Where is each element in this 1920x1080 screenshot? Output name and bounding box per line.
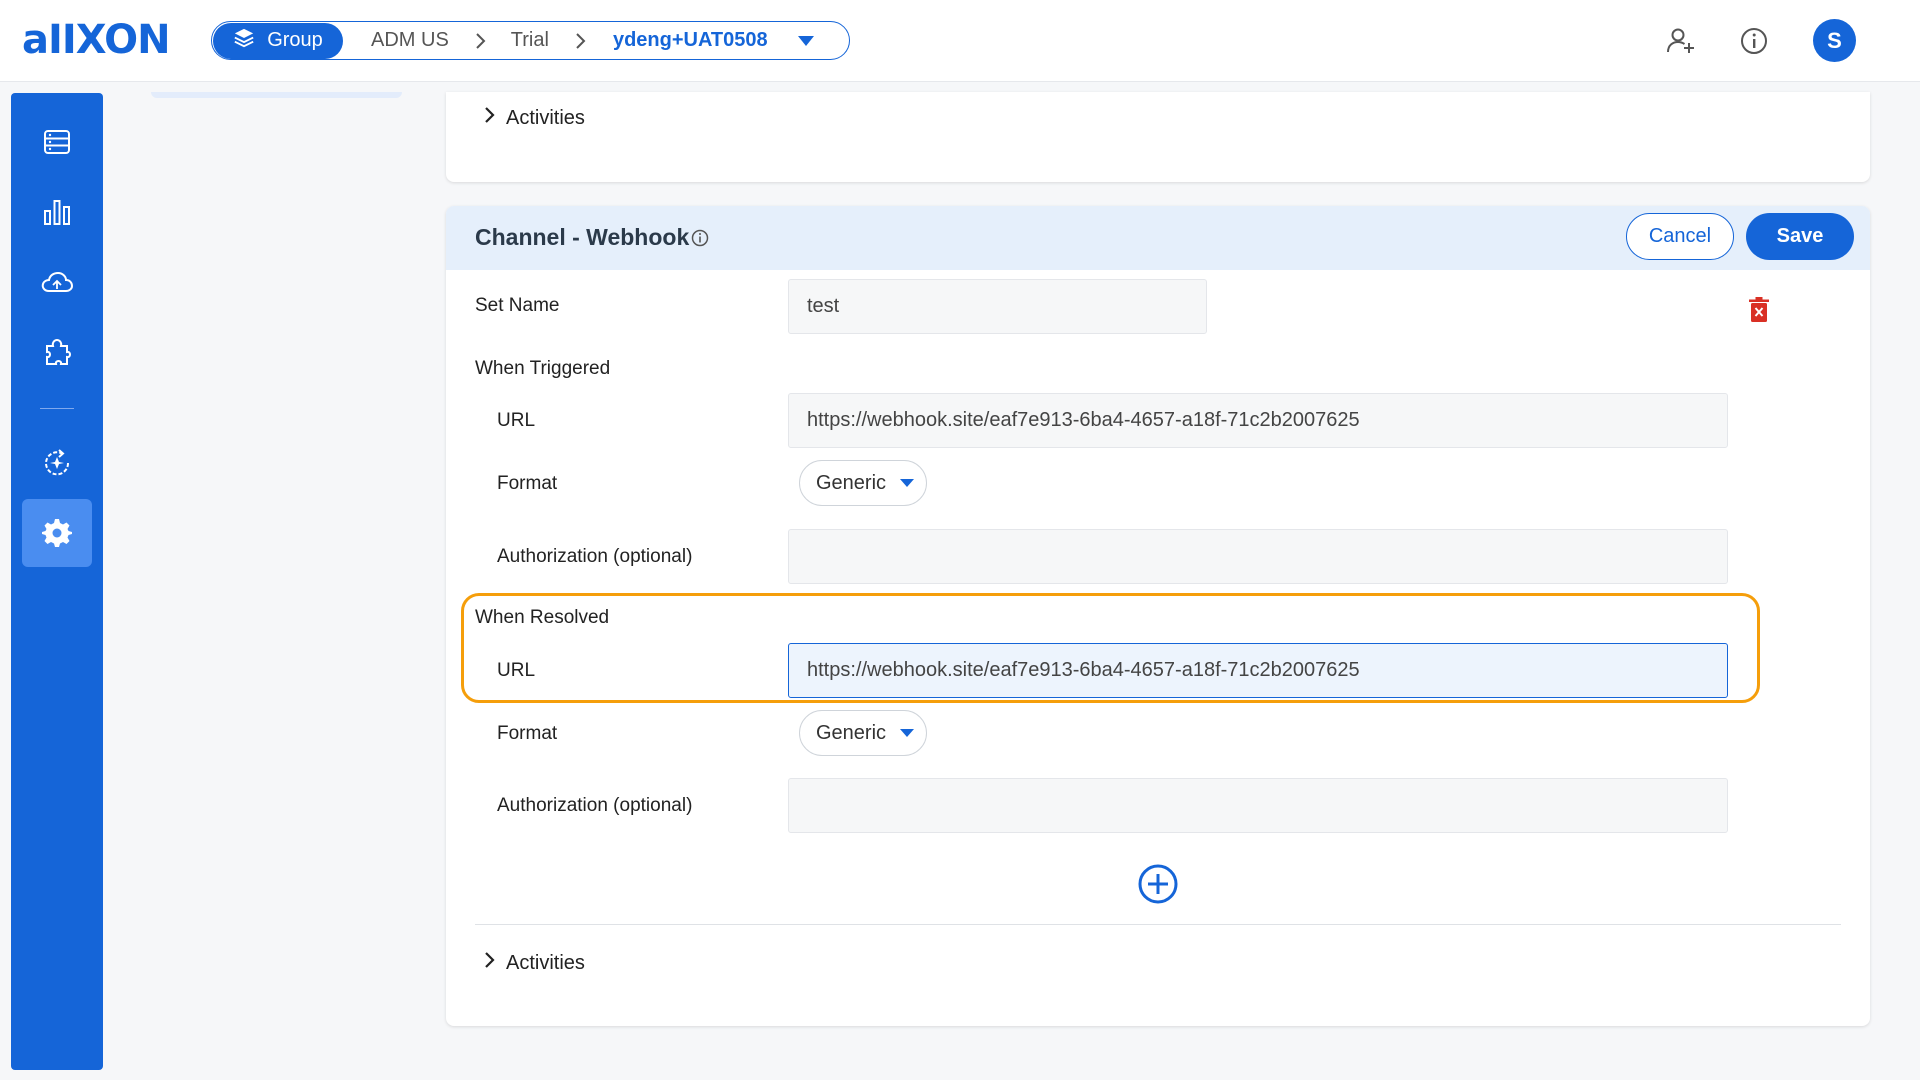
add-circle-icon[interactable] bbox=[1138, 864, 1178, 904]
resolved-format-value: Generic bbox=[816, 721, 887, 744]
triggered-format-value: Generic bbox=[816, 471, 887, 494]
cloud-sync-icon[interactable] bbox=[22, 248, 92, 316]
cancel-button[interactable]: Cancel bbox=[1626, 213, 1734, 260]
chevron-right-icon bbox=[484, 106, 496, 130]
card-header: Channel - Webhook Cancel Save bbox=[446, 206, 1870, 270]
add-user-icon[interactable] bbox=[1662, 22, 1700, 60]
resolved-auth-label: Authorization (optional) bbox=[497, 795, 693, 816]
info-icon[interactable] bbox=[1735, 22, 1773, 60]
when-triggered-label: When Triggered bbox=[475, 358, 611, 379]
chevron-down-icon bbox=[900, 479, 915, 487]
chevron-down-icon bbox=[900, 729, 915, 737]
server-icon[interactable] bbox=[22, 108, 92, 176]
triggered-auth-input[interactable] bbox=[788, 529, 1728, 584]
group-label: Group bbox=[267, 29, 323, 51]
breadcrumb-item-adm-us[interactable]: ADM US bbox=[371, 29, 449, 52]
sidebar-divider bbox=[40, 408, 74, 409]
divider bbox=[475, 924, 1841, 925]
set-name-label: Set Name bbox=[475, 295, 560, 316]
group-button[interactable]: Group bbox=[213, 22, 343, 59]
resolved-format-label: Format bbox=[497, 723, 558, 744]
resolved-url-input[interactable]: https://webhook.site/eaf7e913-6ba4-4657-… bbox=[788, 643, 1728, 698]
avatar[interactable]: S bbox=[1813, 19, 1856, 62]
left-panel bbox=[151, 92, 402, 98]
triggered-url-input[interactable]: https://webhook.site/eaf7e913-6ba4-4657-… bbox=[788, 393, 1728, 448]
activities-toggle[interactable]: Activities bbox=[484, 951, 585, 975]
update-icon[interactable] bbox=[22, 429, 92, 497]
resolved-url-label: URL bbox=[497, 660, 536, 681]
puzzle-icon[interactable] bbox=[22, 318, 92, 386]
layers-icon bbox=[233, 27, 255, 55]
triggered-format-select[interactable]: Generic bbox=[799, 460, 927, 506]
chevron-right-icon bbox=[575, 32, 587, 50]
resolved-auth-input[interactable] bbox=[788, 778, 1728, 833]
chart-icon[interactable] bbox=[22, 178, 92, 246]
previous-channel-card: Activities bbox=[446, 92, 1870, 182]
channel-webhook-card: Channel - Webhook Cancel Save Set Name t… bbox=[446, 206, 1870, 1026]
save-button[interactable]: Save bbox=[1746, 213, 1854, 260]
gear-icon[interactable] bbox=[22, 499, 92, 567]
info-icon[interactable] bbox=[691, 229, 709, 252]
breadcrumb-item-active[interactable]: ydeng+UAT0508 bbox=[613, 29, 768, 52]
when-resolved-label: When Resolved bbox=[475, 607, 610, 628]
logo[interactable]: aIIXON bbox=[22, 18, 171, 62]
triggered-auth-label: Authorization (optional) bbox=[497, 546, 693, 567]
set-name-input[interactable]: test bbox=[788, 279, 1207, 334]
triggered-format-label: Format bbox=[497, 473, 558, 494]
top-bar: aIIXON Group ADM US Trial ydeng+UAT0508 … bbox=[0, 0, 1920, 82]
sidebar bbox=[11, 93, 103, 1070]
activities-label: Activities bbox=[506, 106, 585, 129]
chevron-down-icon[interactable] bbox=[797, 35, 814, 46]
chevron-right-icon bbox=[484, 951, 496, 975]
delete-icon[interactable] bbox=[1748, 296, 1770, 329]
chevron-right-icon bbox=[475, 32, 487, 50]
breadcrumb: Group ADM US Trial ydeng+UAT0508 bbox=[211, 21, 850, 60]
card-title: Channel - Webhook bbox=[475, 224, 690, 250]
breadcrumb-item-trial[interactable]: Trial bbox=[511, 29, 549, 52]
resolved-format-select[interactable]: Generic bbox=[799, 710, 927, 756]
triggered-url-label: URL bbox=[497, 410, 536, 431]
activities-toggle[interactable]: Activities bbox=[484, 106, 585, 130]
activities-label: Activities bbox=[506, 951, 585, 974]
